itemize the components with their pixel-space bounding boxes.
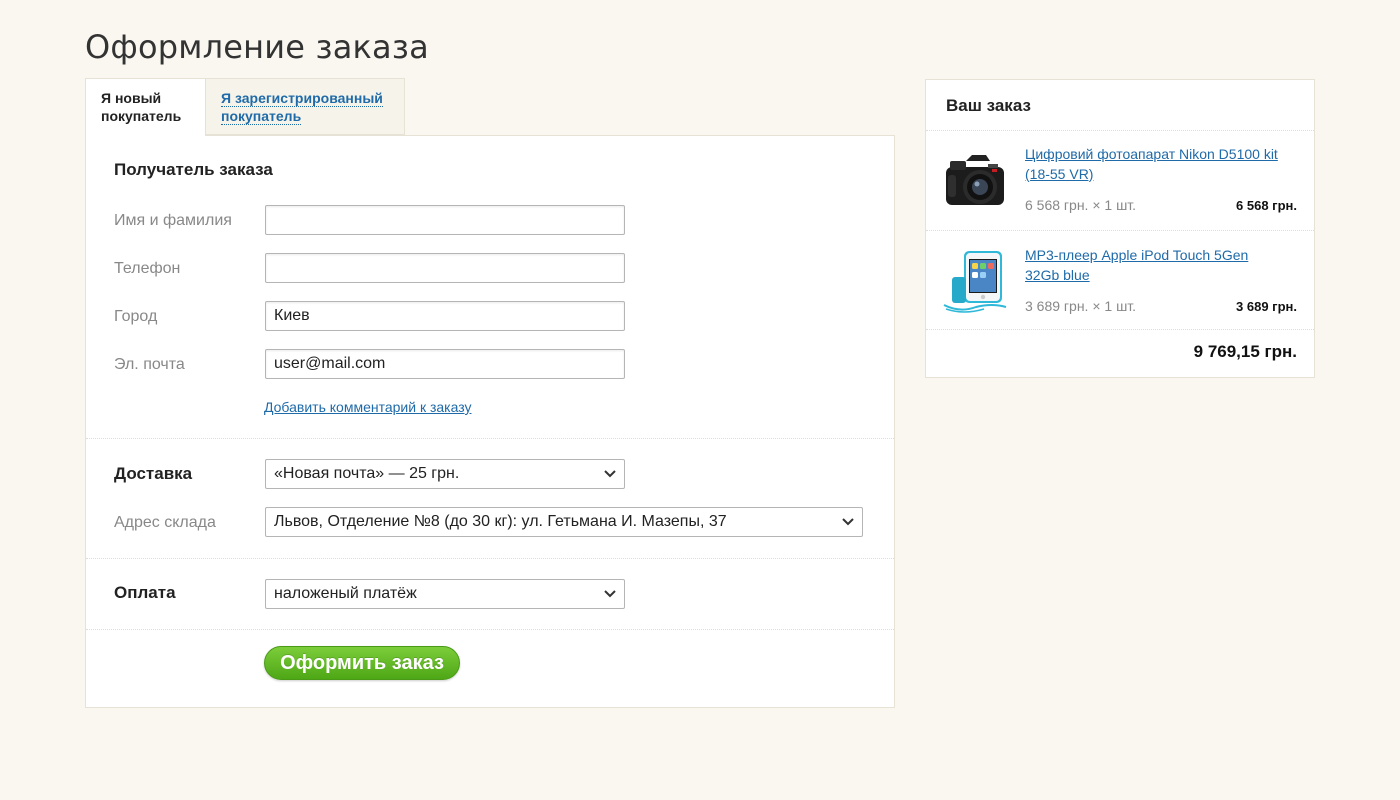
item-name-link[interactable]: Цифровий фотоапарат Nikon D5100 kit (18-… xyxy=(1025,144,1280,184)
tab-registered-customer[interactable]: Я зарегистрированный покупатель xyxy=(206,78,405,135)
warehouse-value: Львов, Отделение №8 (до 30 кг): ул. Геть… xyxy=(274,513,727,530)
delivery-method-value: «Новая почта» — 25 грн. xyxy=(274,465,460,482)
recipient-heading: Получатель заказа xyxy=(114,160,273,179)
item-qty: 3 689 грн. × 1 шт. xyxy=(1025,298,1137,314)
camera-icon[interactable] xyxy=(942,147,1010,215)
customer-tabs: Я новый покупатель Я зарегистрированный … xyxy=(85,78,405,136)
email-input[interactable] xyxy=(265,349,625,379)
payment-section: Оплата наложеный платёж xyxy=(86,559,894,630)
email-label: Эл. почта xyxy=(114,356,185,373)
item-name-link[interactable]: MP3-плеер Apple iPod Touch 5Gen 32Gb blu… xyxy=(1025,245,1280,285)
order-item: Цифровий фотоапарат Nikon D5100 kit (18-… xyxy=(926,130,1314,230)
payment-method-value: наложеный платёж xyxy=(274,585,417,602)
chevron-down-icon xyxy=(604,470,616,478)
payment-heading: Оплата xyxy=(114,583,176,602)
phone-input[interactable] xyxy=(265,253,625,283)
item-sum: 3 689 грн. xyxy=(1236,299,1297,314)
recipient-section: Получатель заказа Имя и фамилия Телефон … xyxy=(86,136,894,439)
phone-label: Телефон xyxy=(114,260,181,277)
warehouse-select[interactable]: Львов, Отделение №8 (до 30 кг): ул. Геть… xyxy=(265,507,863,537)
checkout-form: Получатель заказа Имя и фамилия Телефон … xyxy=(85,135,895,708)
order-summary: Ваш заказ Цифровий фотоапарат Nikon D510… xyxy=(925,79,1315,378)
payment-method-select[interactable]: наложеный платёж xyxy=(265,579,625,609)
city-label: Город xyxy=(114,308,158,325)
order-item: MP3-плеер Apple iPod Touch 5Gen 32Gb blu… xyxy=(926,230,1314,330)
tab-new-customer-label: Я новый покупатель xyxy=(101,90,182,124)
page-title: Оформление заказа xyxy=(85,28,429,66)
place-order-button[interactable]: Оформить заказ xyxy=(264,646,460,680)
delivery-method-select[interactable]: «Новая почта» — 25 грн. xyxy=(265,459,625,489)
chevron-down-icon xyxy=(604,590,616,598)
city-input[interactable] xyxy=(265,301,625,331)
delivery-section: Доставка «Новая почта» — 25 грн. Адрес с… xyxy=(86,439,894,559)
tab-registered-customer-label[interactable]: Я зарегистрированный покупатель xyxy=(221,90,383,125)
submit-section: Оформить заказ xyxy=(86,630,894,707)
item-sum: 6 568 грн. xyxy=(1236,198,1297,213)
order-title: Ваш заказ xyxy=(946,96,1031,115)
music-player-icon[interactable] xyxy=(942,247,1010,315)
warehouse-label: Адрес склада xyxy=(114,514,216,531)
chevron-down-icon xyxy=(842,518,854,526)
tab-new-customer[interactable]: Я новый покупатель xyxy=(85,78,206,136)
item-qty: 6 568 грн. × 1 шт. xyxy=(1025,197,1137,213)
order-total: 9 769,15 грн. xyxy=(1193,342,1297,361)
delivery-heading: Доставка xyxy=(114,464,193,483)
name-label: Имя и фамилия xyxy=(114,212,232,229)
order-total-row: 9 769,15 грн. xyxy=(926,329,1314,378)
add-comment-link[interactable]: Добавить комментарий к заказу xyxy=(264,399,472,415)
name-input[interactable] xyxy=(265,205,625,235)
